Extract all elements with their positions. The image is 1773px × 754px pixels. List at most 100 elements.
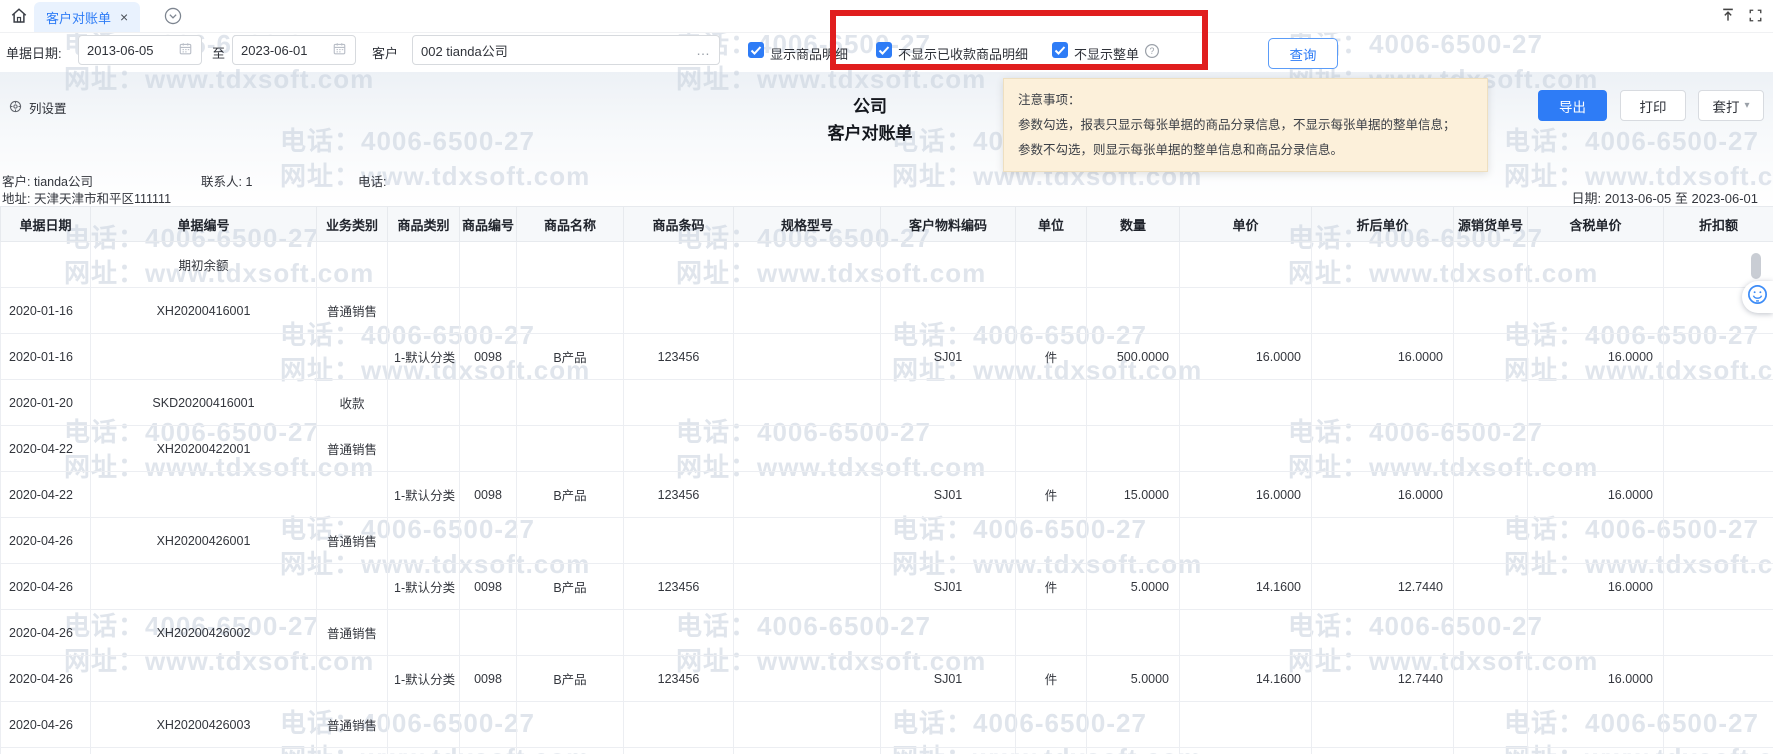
header-cell[interactable]: 折扣额 [1664,207,1773,242]
table-row[interactable]: 2020-04-261-默认分类0098B产品123456SJ01件5.0000… [1,564,1773,610]
header-cell[interactable]: 数量 [1087,207,1180,242]
customer-service-icon [1746,283,1769,311]
table-row[interactable]: 2020-04-261-默认分类0098B产品123456SJ01件5.0000… [1,656,1773,702]
scroll-top-icon[interactable] [1720,7,1736,28]
table-cell [1,748,91,754]
table-cell: 16.0000 [1180,334,1312,380]
close-icon[interactable]: × [120,10,128,24]
table-cell [460,610,517,656]
table-row-filler[interactable] [1,748,1773,754]
table-row[interactable]: 2020-04-26XH20200426002普通销售 [1,610,1773,656]
header-cell[interactable]: 商品条码 [624,207,734,242]
header-cell[interactable]: 折后单价 [1312,207,1454,242]
table-row[interactable]: 2020-04-22XH20200422001普通销售 [1,426,1773,472]
header-cell[interactable]: 单据日期 [1,207,91,242]
table-cell: 5.0000 [1087,656,1180,702]
query-button[interactable]: 查询 [1268,38,1338,69]
table-cell: 0098 [460,656,517,702]
checkbox-hide-paid-item-detail[interactable] [876,42,892,58]
header-cell[interactable]: 商品名称 [517,207,624,242]
tooltip-title: 注意事项： [1018,88,1473,113]
table-row[interactable]: 期初余额 [1,242,1773,288]
table-cell [1528,380,1664,426]
header-cell[interactable]: 商品编号 [460,207,517,242]
fullscreen-icon[interactable] [1748,8,1763,28]
table-cell: 普通销售 [317,518,388,564]
table-cell: SJ01 [881,472,1016,518]
home-icon[interactable] [10,7,28,30]
date-to-input[interactable]: 2023-06-01 [232,35,356,65]
table-row[interactable]: 2020-01-161-默认分类0098B产品123456SJ01件500.00… [1,334,1773,380]
table-cell: 2020-04-22 [1,472,91,518]
table-cell [1664,610,1773,656]
table-cell: 123456 [624,334,734,380]
table-header-row: 单据日期单据编号业务类别商品类别商品编号商品名称商品条码规格型号客户物料编码单位… [1,207,1773,242]
calendar-icon[interactable] [332,41,347,59]
table-cell [1180,242,1312,288]
table-cell [734,472,881,518]
table-cell [1180,702,1312,748]
table-cell [517,242,624,288]
table-cell [1454,380,1528,426]
table-row[interactable]: 2020-04-26XH20200426001普通销售 [1,518,1773,564]
table-cell [1087,242,1180,288]
header-cell[interactable]: 源销货单号 [1454,207,1528,242]
header-cell[interactable]: 单位 [1016,207,1087,242]
table-cell [1454,426,1528,472]
table-cell [317,748,388,754]
table-cell [1016,426,1087,472]
header-cell[interactable]: 业务类别 [317,207,388,242]
table-cell [1180,518,1312,564]
checkbox-show-item-detail[interactable] [748,42,764,58]
customer-service-button[interactable] [1742,281,1773,313]
table-cell: 件 [1016,564,1087,610]
header-cell[interactable]: 商品类别 [388,207,460,242]
table-cell [881,610,1016,656]
ellipsis-icon[interactable]: … [696,42,711,58]
table-cell [1312,748,1454,754]
table-cell [1664,656,1773,702]
table-cell: 500.0000 [1087,334,1180,380]
checkbox-label: 不显示已收款商品明细 [898,44,1028,63]
header-cell[interactable]: 含税单价 [1528,207,1664,242]
calendar-icon[interactable] [178,41,193,59]
table-cell [388,610,460,656]
table-cell: 2020-01-20 [1,380,91,426]
date-from-input[interactable]: 2013-06-05 [78,35,202,65]
header-cell[interactable]: 单价 [1180,207,1312,242]
stencil-print-button[interactable]: 套打 ▾ [1698,90,1764,121]
table-cell: 16.0000 [1528,472,1664,518]
table-cell [734,334,881,380]
question-glyph: ? [1150,46,1155,56]
table-row[interactable]: 2020-04-26XH20200426003普通销售 [1,702,1773,748]
table-cell [1528,242,1664,288]
table-cell [734,518,881,564]
export-button[interactable]: 导出 [1538,90,1607,121]
print-button[interactable]: 打印 [1620,90,1686,121]
header-cell[interactable]: 客户物料编码 [881,207,1016,242]
table-cell [517,748,624,754]
customer-value: 002 tianda公司 [421,41,508,60]
header-cell[interactable]: 单据编号 [91,207,317,242]
table-cell: SJ01 [881,564,1016,610]
table-cell [1016,288,1087,334]
vertical-scrollbar-thumb[interactable] [1751,253,1761,279]
help-question-icon[interactable]: ? [1144,43,1160,64]
table-cell [1312,242,1454,288]
tooltip-line: 参数勾选，报表只显示每张单据的商品分录信息，不显示每张单据的整单信息； [1018,113,1473,138]
table-cell [1016,748,1087,754]
table-row[interactable]: 2020-01-16XH20200416001普通销售 [1,288,1773,334]
checkbox-hide-whole-order[interactable] [1052,42,1068,58]
table-row[interactable]: 2020-01-20SKD20200416001收款 [1,380,1773,426]
tab-list-dropdown-icon[interactable] [164,7,182,30]
table-cell [881,242,1016,288]
table-cell: XH20200426001 [91,518,317,564]
table-row[interactable]: 2020-04-221-默认分类0098B产品123456SJ01件15.000… [1,472,1773,518]
tab-customer-statement[interactable]: 客户对账单 × [34,2,140,32]
table-cell [1528,748,1664,754]
table-cell: 14.1600 [1180,656,1312,702]
table-cell [1528,702,1664,748]
customer-input[interactable]: 002 tianda公司 … [412,35,720,65]
header-cell[interactable]: 规格型号 [734,207,881,242]
table-cell: B产品 [517,334,624,380]
